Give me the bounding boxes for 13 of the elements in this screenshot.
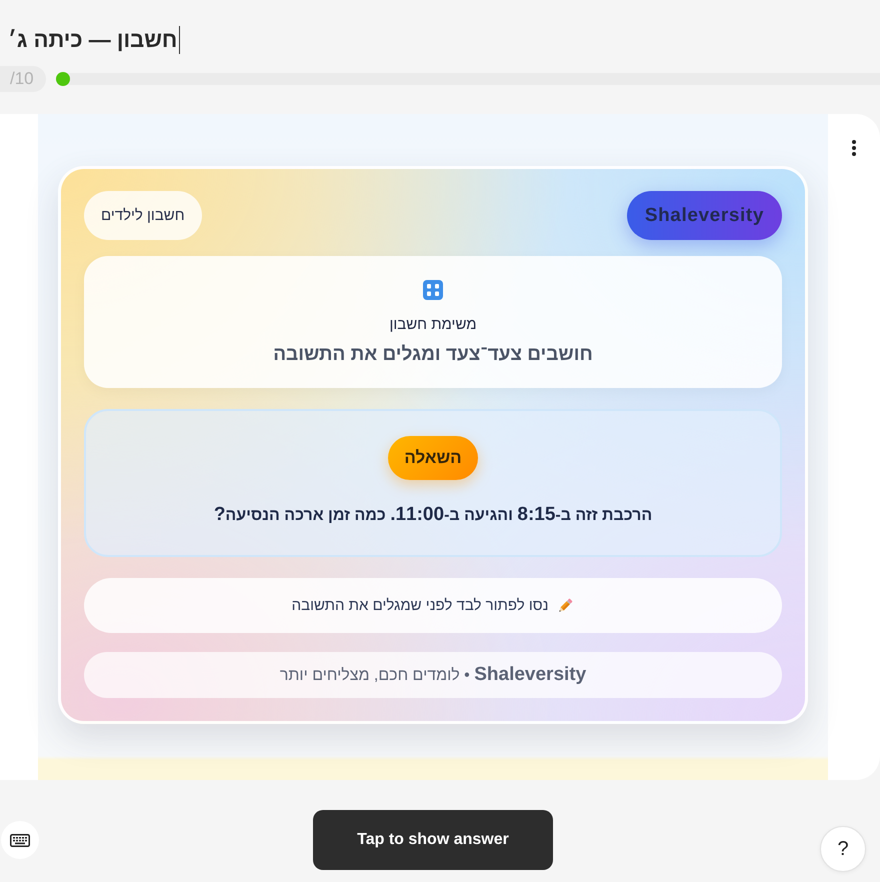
question-tag: השאלה (388, 436, 478, 480)
brand-pill: Shaleversity (626, 191, 782, 240)
title-field[interactable]: חשבון — כיתה ג׳ (8, 26, 180, 54)
kebab-menu-icon[interactable] (852, 140, 856, 156)
help-button[interactable]: ? (820, 826, 866, 872)
number-tile-icon (423, 280, 443, 300)
hint-text: נסו לפתור לבד לפני שמגלים את התשובה (292, 597, 548, 614)
keyboard-icon[interactable] (1, 821, 39, 859)
task-subtitle: חושבים צעד־צעד ומגלים את התשובה (273, 343, 593, 367)
task-label: משימת חשבון (389, 315, 477, 335)
progress-count: /10 (0, 66, 46, 92)
category-pill: חשבון לילדים (84, 191, 202, 240)
show-answer-button[interactable]: Tap to show answer (313, 810, 553, 870)
